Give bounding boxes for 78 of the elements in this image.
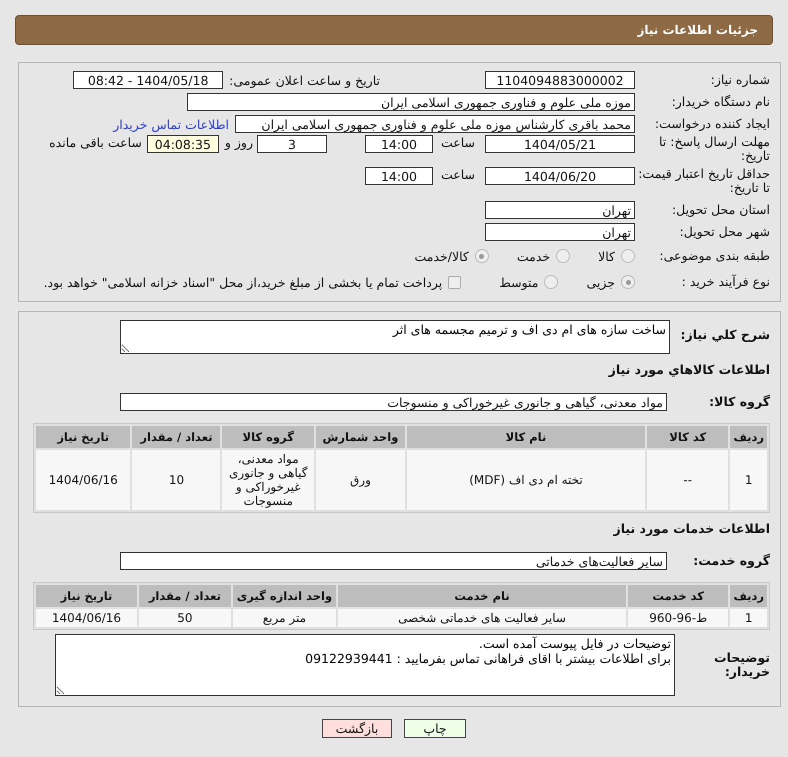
field-label: نام دستگاه خریدار: <box>670 95 770 109</box>
table-cell: 10 <box>132 450 220 510</box>
field-label: شرح کلي نياز: <box>680 326 770 342</box>
city-field: تهران <box>485 223 635 241</box>
table-cell: مواد معدنی، گیاهی و جانوری غیرخوراکی و منسوجات <box>222 450 314 510</box>
table-cell: ورق <box>316 450 405 510</box>
table-cell: 1404/06/16 <box>36 450 130 510</box>
province-field: تهران <box>485 201 635 219</box>
table-cell: متر مربع <box>232 609 336 627</box>
buyer-notes-field[interactable]: توضیحات در فایل پیوست آمده است. برای اطلاعات بیشتر با اقای فراهانی تماس بفرمایید : 09122939441 <box>55 634 675 696</box>
field-label: گروه کالا: <box>708 395 770 409</box>
field-label: شهر محل تحویل: <box>678 225 770 239</box>
option-label: خدمت <box>516 248 550 264</box>
column-header: تاریخ نیاز <box>36 585 137 607</box>
field-label: ساعت <box>440 167 475 182</box>
field-label: مهلت ارسال پاسخ: تا تاریخ: <box>658 135 770 163</box>
back-button[interactable]: بازگشت <box>322 719 392 738</box>
column-header: تعداد / مقدار <box>132 426 220 448</box>
table-cell: 1 <box>730 609 767 627</box>
buyer-field: موزه ملی علوم و فناوری جمهوری اسلامی ایران <box>187 93 635 111</box>
field-label: ساعت باقی مانده <box>49 135 142 150</box>
goods-group-field: مواد معدنی، گیاهی و جانوری غیرخوراکی و منسوجات <box>120 393 667 411</box>
checkbox-label: پرداخت تمام یا بخشی از مبلغ خرید،از محل "اسناد خزانه اسلامی" خواهد بود. <box>44 274 442 290</box>
option-label: کالا <box>598 248 615 264</box>
column-header: تعداد / مقدار <box>138 585 231 607</box>
radio-button[interactable] <box>474 249 489 263</box>
checkbox[interactable] <box>448 276 462 288</box>
field-label: شماره نیاز: <box>710 73 770 87</box>
service-group-field: سایر فعالیت‌های خدماتی <box>120 552 667 570</box>
radio-button[interactable] <box>621 249 635 263</box>
option-label: کالا/خدمت <box>414 248 469 264</box>
radio-button[interactable] <box>556 249 570 263</box>
date-field: 1404/05/21 <box>485 135 635 153</box>
field-label: روز و <box>224 135 253 150</box>
field-label: نوع فرآیند خرید : <box>680 275 770 289</box>
table-cell: 50 <box>138 609 231 627</box>
table-cell: 1 <box>730 450 767 510</box>
date-field: 1404/06/20 <box>485 167 635 185</box>
column-header: واحد اندازه گیری <box>232 585 336 607</box>
section-heading: اطلاعات خدمات مورد نياز <box>612 521 770 536</box>
description-field[interactable]: ساخت سازه های ام دی اف و ترمیم مجسمه های اثر <box>120 320 670 354</box>
field-label: گروه خدمت: <box>692 554 770 568</box>
page-title: جزئیات اطلاعات نیاز <box>15 15 773 45</box>
column-header: نام خدمت <box>338 585 626 607</box>
need-number-field: 1104094883000002 <box>485 71 635 89</box>
creator-field: محمد باقری کارشناس موزه ملی علوم و فناوری جمهوری اسلامی ایران <box>235 115 635 133</box>
column-header: نام کالا <box>406 426 645 448</box>
table-cell: -- <box>647 450 728 510</box>
column-header: ردیف <box>730 585 767 607</box>
table-cell: تخته ام دی اف (MDF) <box>406 450 645 510</box>
table-cell: سایر فعالیت های خدماتی شخصی <box>338 609 626 627</box>
table-cell: ط-96-960 <box>628 609 728 627</box>
field-label: استان محل تحویل: <box>670 203 770 217</box>
table-cell: 1404/06/16 <box>36 609 137 627</box>
section-heading: اطلاعات کالاهاي مورد نياز <box>607 362 770 377</box>
option-label: متوسط <box>499 274 538 290</box>
field-label: حداقل تاریخ اعتبار قیمت: تا تاریخ: <box>637 167 770 195</box>
option-label: جزیی <box>586 274 615 290</box>
column-header: گروه کالا <box>222 426 314 448</box>
field-label: ایجاد کننده درخواست: <box>654 117 770 131</box>
time-field: 14:00 <box>364 167 433 185</box>
field-label: تاریخ و ساعت اعلان عمومی: <box>229 72 380 88</box>
print-button[interactable]: چاپ <box>404 719 466 738</box>
field-label: ساعت <box>440 135 475 150</box>
days-field: 3 <box>256 135 327 153</box>
radio-button[interactable] <box>621 275 635 289</box>
column-header: ردیف <box>730 426 767 448</box>
column-header: کد کالا <box>647 426 728 448</box>
announce-date-field: 1404/05/18 - 08:42 <box>73 71 224 89</box>
remaining-time-field: 04:08:35 <box>146 135 219 153</box>
field-label: توضیحات خریدار: <box>713 651 770 679</box>
column-header: تاریخ نیاز <box>36 426 130 448</box>
column-header: واحد شمارش <box>316 426 405 448</box>
buyer-contact-link[interactable]: اطلاعات تماس خریدار <box>113 116 229 132</box>
column-header: کد خدمت <box>628 585 728 607</box>
radio-button[interactable] <box>544 275 558 289</box>
time-field: 14:00 <box>364 135 433 153</box>
field-label: طبقه بندی موضوعی: <box>658 249 770 263</box>
